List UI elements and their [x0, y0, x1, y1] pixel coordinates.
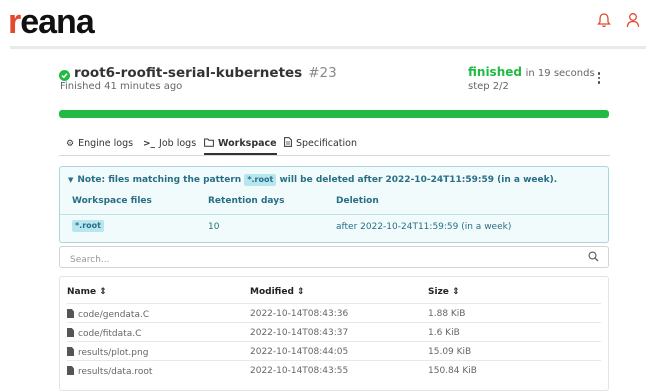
caret-down-icon: ▼ — [68, 176, 74, 184]
search-input[interactable] — [68, 250, 572, 270]
file-name-cell[interactable]: results/data.root — [67, 366, 152, 377]
file-size-cell: 1.88 KiB — [428, 309, 466, 319]
workflow-run-number: #23 — [308, 65, 337, 81]
file-icon — [67, 328, 74, 337]
sort-icon: ⇕ — [452, 287, 460, 297]
file-icon — [67, 366, 74, 375]
workflow-name: root6-roofit-serial-kubernetes — [74, 65, 303, 81]
tab-job-logs[interactable]: >_ Job logs — [143, 131, 196, 153]
column-header-modified[interactable]: Modified ⇕ — [250, 287, 305, 297]
tab-specification[interactable]: Specification — [284, 131, 357, 153]
bell-icon[interactable] — [597, 12, 613, 30]
workflow-progress-bar — [59, 110, 609, 118]
terminal-icon: >_ — [143, 139, 156, 149]
table-row[interactable]: code/gendata.C 2022-10-14T08:43:36 1.88 … — [67, 303, 601, 323]
folder-icon — [204, 138, 214, 147]
reana-logo[interactable]: reana — [8, 2, 95, 42]
sort-icon: ⇕ — [99, 287, 107, 297]
file-modified-cell: 2022-10-14T08:43:37 — [250, 328, 349, 338]
file-name-cell[interactable]: code/gendata.C — [67, 309, 149, 320]
file-modified-cell: 2022-10-14T08:43:36 — [250, 309, 349, 319]
workflow-step: step 2/2 — [468, 81, 509, 92]
table-row[interactable]: results/plot.png 2022-10-14T08:44:05 15.… — [67, 341, 601, 361]
retention-row-files: *.root — [72, 220, 104, 232]
retention-row-days: 10 — [208, 222, 220, 232]
file-icon — [284, 137, 292, 147]
file-size-cell: 1.6 KiB — [428, 328, 460, 338]
sort-icon: ⇕ — [297, 287, 305, 297]
progress-fill — [59, 110, 609, 118]
file-modified-cell: 2022-10-14T08:44:05 — [250, 347, 349, 357]
file-table: Name ⇕ Modified ⇕ Size ⇕ code/gendata.C … — [59, 276, 609, 391]
table-row[interactable]: code/fitdata.C 2022-10-14T08:43:37 1.6 K… — [67, 322, 601, 342]
status-check-icon — [59, 70, 70, 81]
file-size-cell: 15.09 KiB — [428, 347, 472, 357]
retention-note: ▼ Note: files matching the pattern *.root… — [59, 166, 609, 243]
retention-divider — [60, 214, 608, 215]
search-icon[interactable] — [588, 251, 599, 262]
column-header-size[interactable]: Size ⇕ — [428, 287, 460, 297]
status-label: finished — [468, 65, 522, 79]
retention-note-title[interactable]: ▼ Note: files matching the pattern *.root… — [68, 174, 557, 186]
workflow-tabs: ⚙ Engine logs >_ Job logs Workspace Specif… — [59, 131, 610, 156]
retention-row-deletion: after 2022-10-24T11:59:59 (in a week) — [336, 222, 512, 232]
file-size-cell: 150.84 KiB — [428, 366, 477, 376]
column-header-name[interactable]: Name ⇕ — [67, 287, 107, 297]
file-name-cell[interactable]: code/fitdata.C — [67, 328, 141, 339]
gears-icon: ⚙ — [66, 139, 75, 149]
workflow-finished-time: Finished 41 minutes ago — [60, 81, 183, 92]
tab-engine-logs[interactable]: ⚙ Engine logs — [66, 131, 133, 153]
file-icon — [67, 347, 74, 356]
retention-header-deletion: Deletion — [336, 196, 379, 206]
header-divider — [10, 46, 646, 49]
workflow-status: finished in 19 seconds — [468, 65, 595, 79]
file-name-cell[interactable]: results/plot.png — [67, 347, 148, 358]
file-icon — [67, 309, 74, 318]
workflow-title: root6-roofit-serial-kubernetes #23 — [74, 65, 337, 81]
retention-header-files: Workspace files — [72, 196, 152, 206]
table-row[interactable]: results/data.root 2022-10-14T08:43:55 15… — [67, 360, 601, 380]
file-modified-cell: 2022-10-14T08:43:55 — [250, 366, 349, 376]
more-actions-icon[interactable] — [597, 72, 601, 86]
tab-workspace[interactable]: Workspace — [204, 131, 277, 155]
status-duration: in 19 seconds — [525, 68, 595, 79]
pattern-badge: *.root — [244, 174, 277, 186]
retention-header-days: Retention days — [208, 196, 285, 206]
file-search — [59, 246, 609, 270]
user-icon[interactable] — [626, 12, 642, 30]
